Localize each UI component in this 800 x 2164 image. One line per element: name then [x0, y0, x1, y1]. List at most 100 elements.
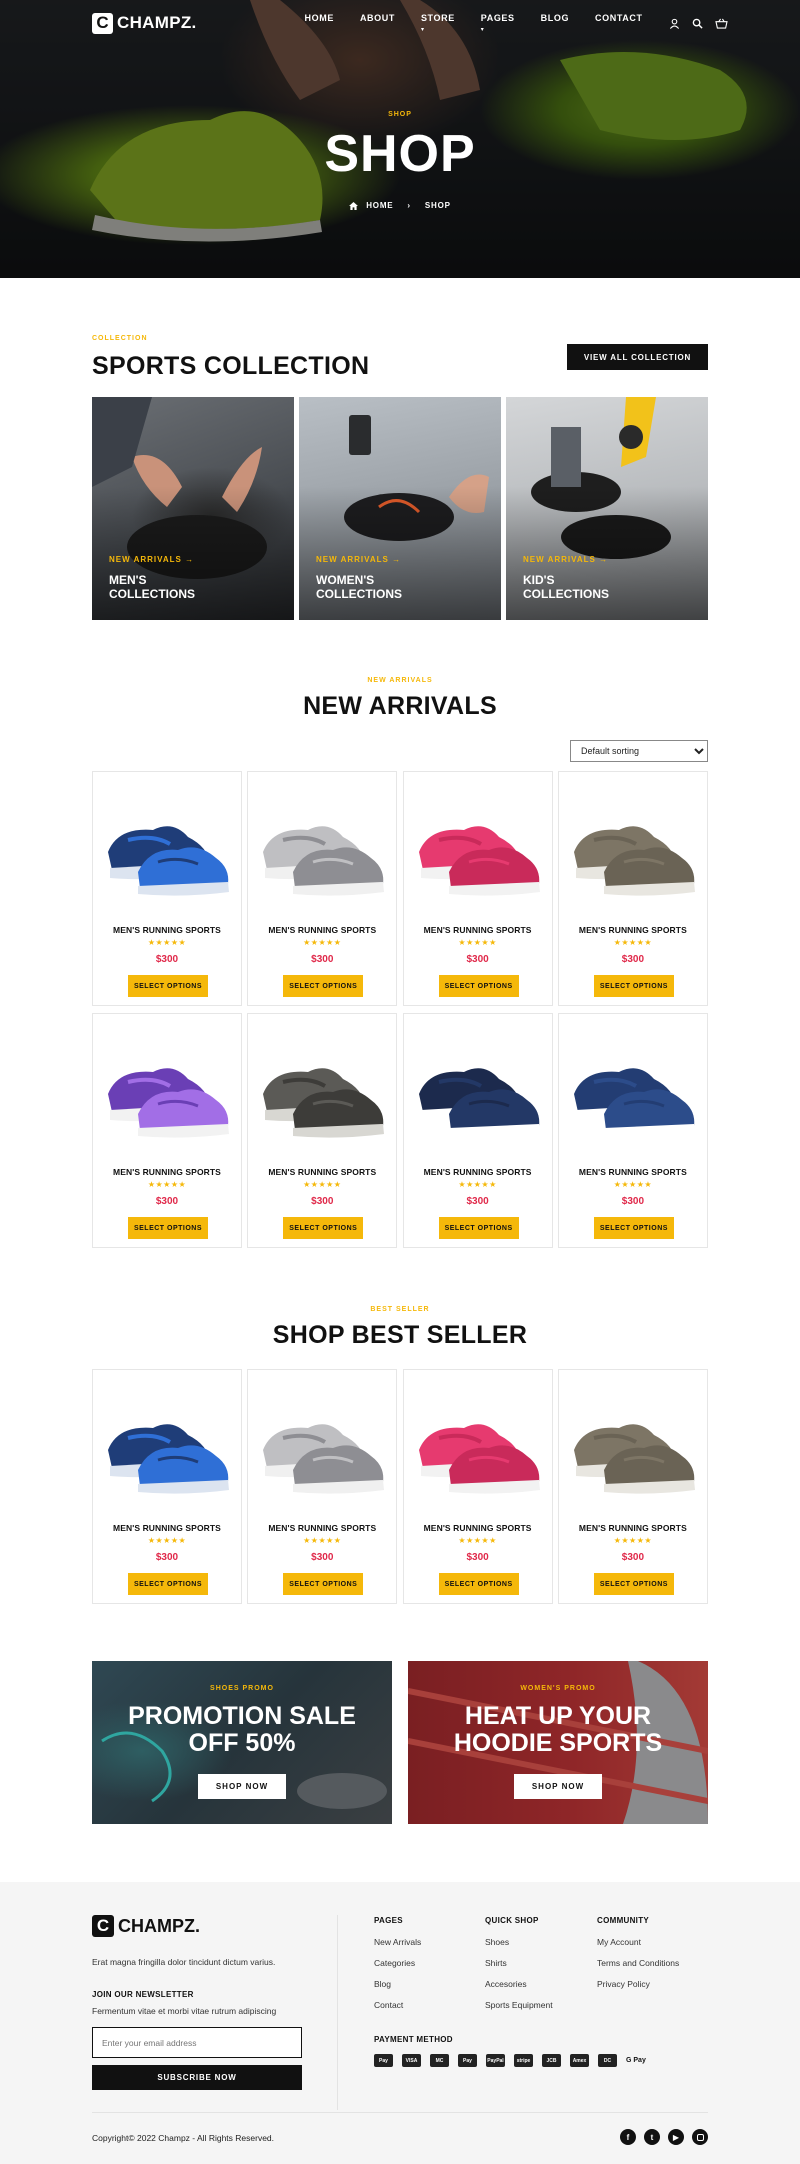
nav-item-store[interactable]: STORE ▾: [421, 13, 455, 33]
product-name[interactable]: MEN'S RUNNING SPORTS: [248, 925, 396, 935]
product-image[interactable]: [98, 1390, 238, 1500]
product-name[interactable]: MEN'S RUNNING SPORTS: [248, 1167, 396, 1177]
search-icon[interactable]: [692, 18, 703, 29]
product-card[interactable]: MEN'S RUNNING SPORTS ★★★★★ $300 SELECT OPTI…: [402, 1013, 553, 1248]
select-options-button[interactable]: SELECT OPTIONS: [283, 975, 364, 997]
select-options-button[interactable]: SELECT OPTIONS: [283, 1573, 364, 1595]
nav-item-blog[interactable]: BLOG: [541, 13, 569, 33]
product-name[interactable]: MEN'S RUNNING SPORTS: [559, 1523, 707, 1533]
email-field[interactable]: [92, 2027, 302, 2058]
product-card[interactable]: MEN'S RUNNING SPORTS ★★★★★ $300 SELECT OPTI…: [92, 1013, 242, 1248]
select-options-button[interactable]: SELECT OPTIONS: [128, 975, 208, 997]
footer-link[interactable]: Categories: [374, 1958, 421, 1968]
product-card[interactable]: MEN'S RUNNING SPORTS ★★★★★ $300 SELECT OPTI…: [402, 771, 553, 1006]
product-image[interactable]: [564, 1034, 704, 1144]
select-options-button[interactable]: SELECT OPTIONS: [128, 1217, 208, 1239]
select-options-button[interactable]: SELECT OPTIONS: [438, 1217, 519, 1239]
footer-logo[interactable]: C CHAMPZ.: [92, 1915, 200, 1937]
product-name[interactable]: MEN'S RUNNING SPORTS: [93, 925, 241, 935]
product-image[interactable]: [564, 1390, 704, 1500]
product-name[interactable]: MEN'S RUNNING SPORTS: [404, 1167, 552, 1177]
subscribe-button[interactable]: SUBSCRIBE NOW: [92, 2065, 302, 2090]
view-all-collection-button[interactable]: VIEW ALL COLLECTION: [567, 344, 708, 370]
product-image-wrap[interactable]: [253, 792, 393, 902]
product-image[interactable]: [409, 1034, 549, 1144]
collection-card-kids[interactable]: NEW ARRIVALS → KID'S COLLECTIONS: [506, 397, 708, 620]
footer-link[interactable]: Shoes: [485, 1937, 553, 1947]
product-image-wrap[interactable]: [98, 792, 238, 902]
select-options-button[interactable]: SELECT OPTIONS: [438, 975, 519, 997]
promo-title-line2: HOODIE SPORTS: [453, 1729, 663, 1757]
footer-link[interactable]: My Account: [597, 1937, 679, 1947]
site-logo[interactable]: C CHAMPZ.: [92, 12, 197, 34]
footer-link[interactable]: Sports Equipment: [485, 2000, 553, 2010]
product-image-wrap[interactable]: [98, 1390, 238, 1500]
product-image-wrap[interactable]: [564, 1390, 704, 1500]
twitter-icon[interactable]: t: [644, 2129, 660, 2145]
promo-hoodie[interactable]: WOMEN'S PROMO HEAT UP YOUR HOODIE SPORTS …: [408, 1661, 708, 1824]
product-image[interactable]: [98, 1034, 238, 1144]
footer-link[interactable]: Privacy Policy: [597, 1979, 679, 1989]
product-card[interactable]: MEN'S RUNNING SPORTS ★★★★★ $300 SELECT OPTI…: [92, 771, 242, 1006]
product-image-wrap[interactable]: [564, 792, 704, 902]
nav-item-about[interactable]: ABOUT: [360, 13, 395, 33]
product-name[interactable]: MEN'S RUNNING SPORTS: [248, 1523, 396, 1533]
footer-link[interactable]: Contact: [374, 2000, 421, 2010]
pages-title: PAGES: [374, 1916, 403, 1925]
select-options-button[interactable]: SELECT OPTIONS: [593, 1217, 674, 1239]
product-image-wrap[interactable]: [253, 1390, 393, 1500]
product-image[interactable]: [253, 1390, 393, 1500]
shop-now-button[interactable]: SHOP NOW: [514, 1774, 602, 1799]
product-image-wrap[interactable]: [409, 792, 549, 902]
product-image[interactable]: [564, 792, 704, 902]
product-image[interactable]: [409, 792, 549, 902]
nav-item-pages[interactable]: PAGES ▾: [481, 13, 515, 33]
product-card[interactable]: MEN'S RUNNING SPORTS ★★★★★ $300 SELECT OPTI…: [557, 1013, 708, 1248]
product-card[interactable]: MEN'S RUNNING SPORTS ★★★★★ $300 SELECT OPTI…: [402, 1369, 553, 1604]
product-name[interactable]: MEN'S RUNNING SPORTS: [93, 1523, 241, 1533]
select-options-button[interactable]: SELECT OPTIONS: [438, 1573, 519, 1595]
product-card[interactable]: MEN'S RUNNING SPORTS ★★★★★ $300 SELECT OPTI…: [247, 1013, 398, 1248]
product-image[interactable]: [253, 792, 393, 902]
footer-link[interactable]: Blog: [374, 1979, 421, 1989]
footer-link[interactable]: Shirts: [485, 1958, 553, 1968]
select-options-button[interactable]: SELECT OPTIONS: [128, 1573, 208, 1595]
product-image-wrap[interactable]: [98, 1034, 238, 1144]
product-name[interactable]: MEN'S RUNNING SPORTS: [404, 1523, 552, 1533]
footer-link[interactable]: Accesories: [485, 1979, 553, 1989]
product-image[interactable]: [253, 1034, 393, 1144]
instagram-icon[interactable]: [692, 2129, 708, 2145]
promo-shoes[interactable]: SHOES PROMO PROMOTION SALE OFF 50% SHOP N…: [92, 1661, 392, 1824]
select-options-button[interactable]: SELECT OPTIONS: [283, 1217, 364, 1239]
footer-link[interactable]: New Arrivals: [374, 1937, 421, 1947]
product-name[interactable]: MEN'S RUNNING SPORTS: [559, 1167, 707, 1177]
product-card[interactable]: MEN'S RUNNING SPORTS ★★★★★ $300 SELECT OPTI…: [92, 1369, 242, 1604]
product-card[interactable]: MEN'S RUNNING SPORTS ★★★★★ $300 SELECT OPTI…: [557, 1369, 708, 1604]
product-card[interactable]: MEN'S RUNNING SPORTS ★★★★★ $300 SELECT OPTI…: [247, 771, 398, 1006]
collection-card-men[interactable]: NEW ARRIVALS → MEN'S COLLECTIONS: [92, 397, 294, 620]
product-card[interactable]: MEN'S RUNNING SPORTS ★★★★★ $300 SELECT OPTI…: [247, 1369, 398, 1604]
youtube-icon[interactable]: ▶: [668, 2129, 684, 2145]
nav-item-home[interactable]: HOME: [305, 13, 334, 33]
product-image-wrap[interactable]: [564, 1034, 704, 1144]
collection-card-women[interactable]: NEW ARRIVALS → WOMEN'S COLLECTIONS: [299, 397, 501, 620]
nav-item-contact[interactable]: CONTACT: [595, 13, 643, 33]
sort-select[interactable]: Default sorting: [570, 740, 708, 762]
product-image-wrap[interactable]: [409, 1034, 549, 1144]
basket-icon[interactable]: [714, 18, 728, 29]
footer-link[interactable]: Terms and Conditions: [597, 1958, 679, 1968]
product-card[interactable]: MEN'S RUNNING SPORTS ★★★★★ $300 SELECT OPTI…: [557, 771, 708, 1006]
product-image[interactable]: [409, 1390, 549, 1500]
shop-now-button[interactable]: SHOP NOW: [198, 1774, 286, 1799]
product-name[interactable]: MEN'S RUNNING SPORTS: [404, 925, 552, 935]
facebook-icon[interactable]: f: [620, 2129, 636, 2145]
select-options-button[interactable]: SELECT OPTIONS: [593, 975, 674, 997]
product-name[interactable]: MEN'S RUNNING SPORTS: [93, 1167, 241, 1177]
breadcrumb-home[interactable]: HOME: [366, 201, 393, 210]
user-icon[interactable]: [669, 18, 680, 29]
product-image[interactable]: [98, 792, 238, 902]
product-name[interactable]: MEN'S RUNNING SPORTS: [559, 925, 707, 935]
product-image-wrap[interactable]: [253, 1034, 393, 1144]
select-options-button[interactable]: SELECT OPTIONS: [593, 1573, 674, 1595]
product-image-wrap[interactable]: [409, 1390, 549, 1500]
